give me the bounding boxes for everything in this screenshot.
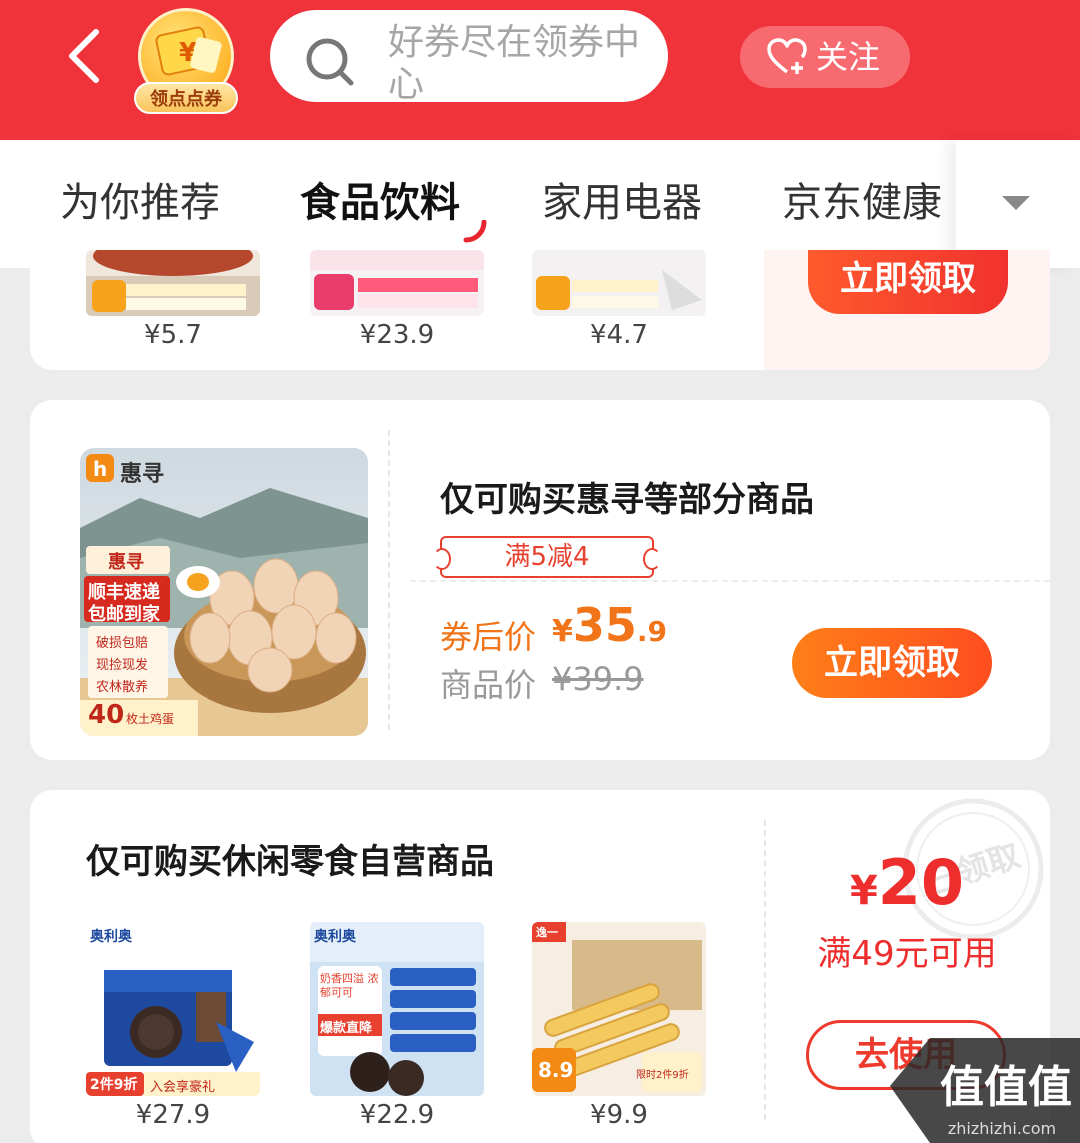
divider xyxy=(410,580,1050,582)
tab-jd-health[interactable]: 京东健康 xyxy=(782,178,942,228)
product-price: ¥4.7 xyxy=(590,320,648,350)
coupon-tag: 满5减4 xyxy=(433,536,661,578)
coupon-amount: ¥20 xyxy=(849,846,965,919)
heart-plus-icon xyxy=(766,38,808,76)
tab-recommend[interactable]: 为你推荐 xyxy=(60,178,220,228)
search-bar[interactable]: 好券尽在领券中心 xyxy=(270,10,668,102)
product-thumb[interactable] xyxy=(310,250,484,316)
coupon-title: 仅可购买休闲零食自营商品 xyxy=(86,842,494,882)
svg-text:zhizhizhi.com: zhizhizhi.com xyxy=(948,1119,1056,1138)
coupon-card-huixun: h 惠寻 惠寻 顺丰速递 包邮到家 破损包赔 现捡现发 农林散养 40 枚土鸡蛋… xyxy=(30,400,1050,760)
site-watermark: 值值值 zhizhizhi.com xyxy=(890,1038,1080,1143)
promo-extra-text: 限时2件9折 xyxy=(636,1070,689,1081)
promo-text: 爆款直降 xyxy=(320,1021,373,1036)
back-icon[interactable] xyxy=(62,28,112,84)
follow-label: 关注 xyxy=(816,38,881,76)
promo-extra-text: 入会享豪礼 xyxy=(150,1080,216,1095)
promo-extra-text: 奶香四溢 浓郁可可 xyxy=(320,972,379,999)
follow-button[interactable]: 关注 xyxy=(740,26,910,88)
claim-button[interactable]: 立即领取 xyxy=(792,628,992,698)
brand-logo-text: 奥利奥 xyxy=(314,929,356,945)
image-line2-text: 包邮到家 xyxy=(88,604,160,625)
promo-text: 8.9 xyxy=(538,1058,574,1082)
coupon-center-label: 领点点券 xyxy=(134,82,238,114)
coupon-center-button[interactable]: ¥ 领点点券 xyxy=(134,8,238,114)
divider xyxy=(388,430,390,730)
coupon-card-partial: ¥5.7 ¥23.9 ¥4.7 立即领取 xyxy=(30,250,1050,370)
coupon-condition: 满49元可用 xyxy=(817,934,997,974)
svg-text:值值值: 值值值 xyxy=(940,1062,1072,1113)
tab-home-appliances[interactable]: 家用电器 xyxy=(542,178,702,228)
original-price-label: 商品价 xyxy=(440,666,537,704)
product-thumb[interactable] xyxy=(532,250,706,316)
coupon-title: 仅可购买惠寻等部分商品 xyxy=(440,480,814,520)
brand-logo-text: 逸一 xyxy=(536,926,558,939)
image-bullet-text: 农林散养 xyxy=(96,680,149,695)
product-thumb[interactable] xyxy=(86,250,260,316)
product-price: ¥5.7 xyxy=(144,320,202,350)
chevron-down-icon xyxy=(1002,196,1030,210)
svg-text:h: h xyxy=(93,457,107,481)
active-tab-indicator xyxy=(462,219,490,244)
more-tabs-button[interactable] xyxy=(956,140,1080,268)
claim-button[interactable]: 立即领取 xyxy=(808,250,1008,314)
promo-text: 2件9折 xyxy=(90,1077,138,1093)
product-thumb-oreo-box[interactable]: 奥利奥 2件9折 入会享豪礼 xyxy=(86,922,260,1096)
product-price: ¥9.9 xyxy=(590,1100,648,1130)
search-placeholder: 好券尽在领券中心 xyxy=(388,22,641,102)
brand-logo-text: 惠寻 xyxy=(120,462,165,487)
product-thumb-oreo-pack[interactable]: 奥利奥 奶香四溢 浓郁可可 爆款直降 xyxy=(310,922,484,1096)
image-tag-text: 惠寻 xyxy=(108,552,144,573)
product-price: ¥22.9 xyxy=(359,1100,435,1130)
image-bullet-text: 现捡现发 xyxy=(96,658,149,673)
image-count-text: 40 xyxy=(88,700,125,730)
after-coupon-label: 券后价 xyxy=(440,618,537,656)
product-thumb-egg-rolls[interactable]: 逸一 8.9 限时2件9折 xyxy=(532,922,706,1096)
category-tabs: 为你推荐 食品饮料 家用电器 京东健康 xyxy=(0,140,1080,268)
search-icon xyxy=(304,36,356,88)
top-header: ¥ 领点点券 好券尽在领券中心 关注 xyxy=(0,0,1080,140)
brand-logo-text: 奥利奥 xyxy=(90,929,132,945)
product-image-eggs[interactable]: h 惠寻 惠寻 顺丰速递 包邮到家 破损包赔 现捡现发 农林散养 40 枚土鸡蛋 xyxy=(80,448,368,736)
product-price: ¥23.9 xyxy=(359,320,435,350)
image-count-unit-text: 枚土鸡蛋 xyxy=(126,712,175,726)
image-bullet-text: 破损包赔 xyxy=(96,636,149,651)
tab-food-drinks[interactable]: 食品饮料 xyxy=(300,178,460,228)
original-price: ¥39.9 xyxy=(552,660,644,698)
product-price: ¥27.9 xyxy=(135,1100,211,1130)
after-coupon-price: ¥35.9 xyxy=(552,598,668,652)
